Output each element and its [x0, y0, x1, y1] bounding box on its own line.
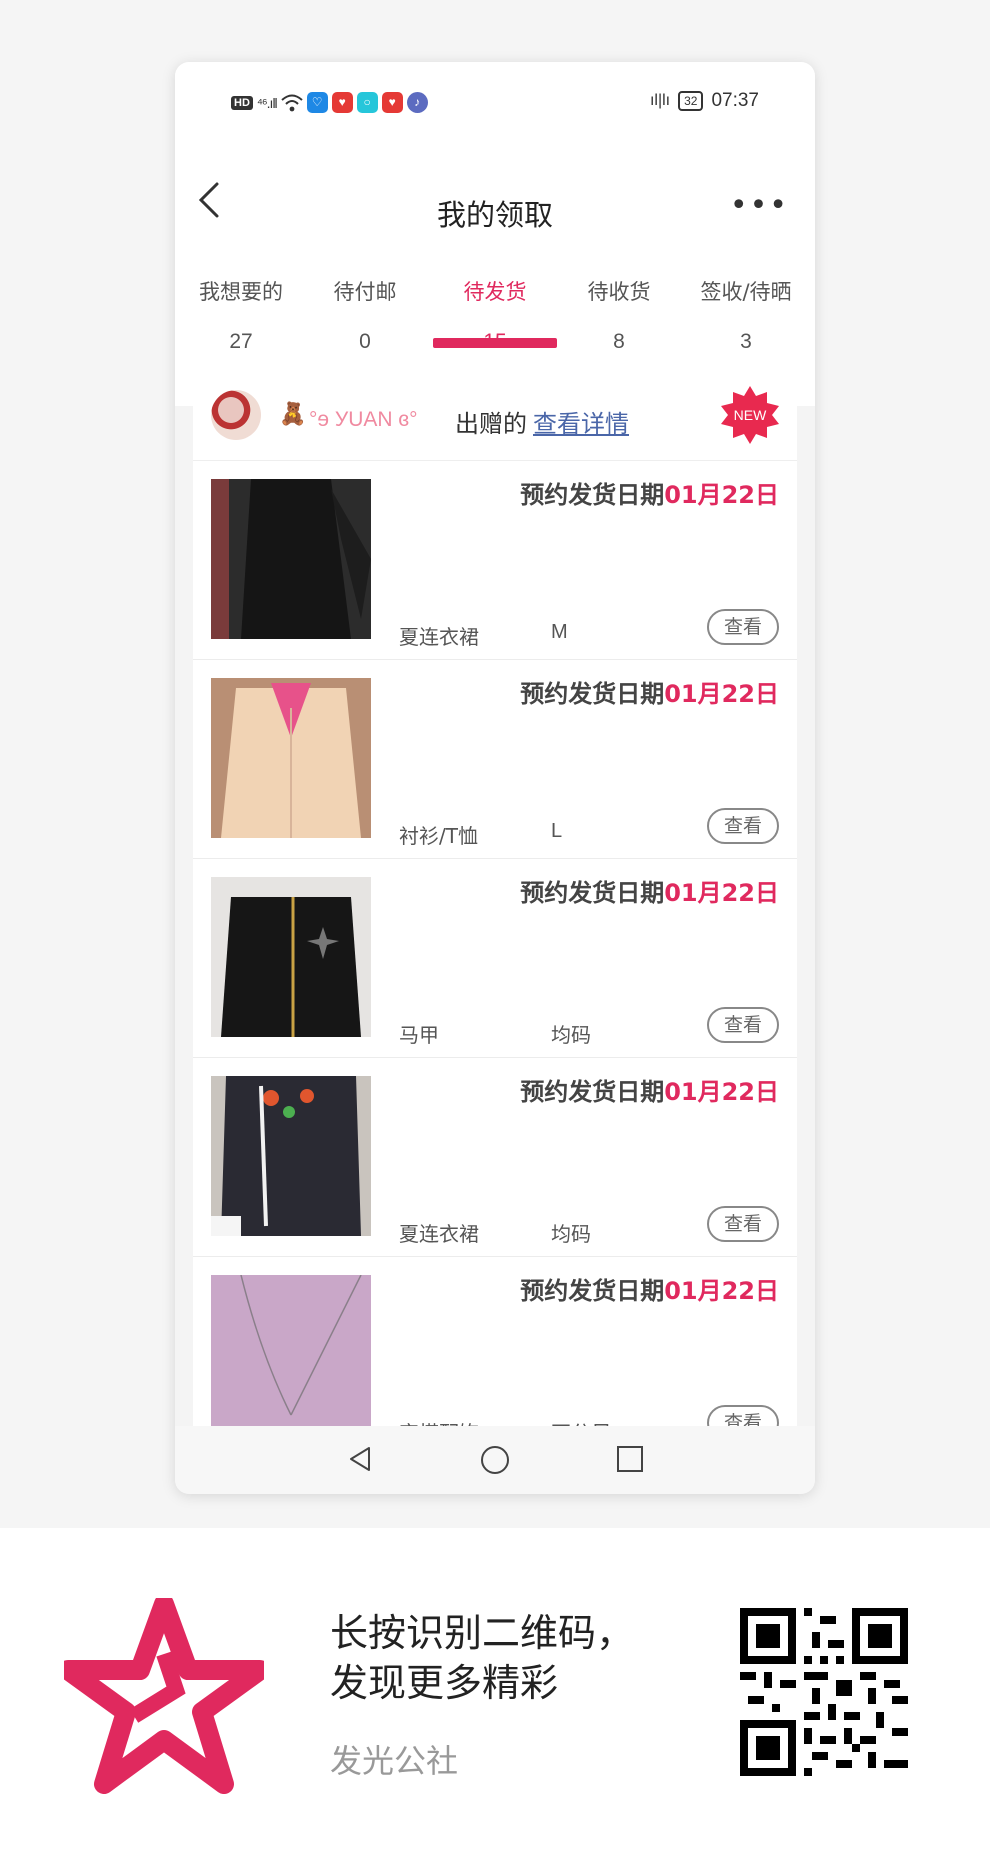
item-photo[interactable] — [211, 678, 371, 838]
view-button[interactable]: 查看 — [707, 1206, 779, 1242]
status-icons: HD ⁴⁶.ıll ♡ ♥ ○ ♥ ♪ — [231, 92, 428, 113]
app-icon-red: ♥ — [331, 92, 353, 113]
ship-date-text: 预约发货日期01月22日 — [520, 879, 779, 907]
tab-label: 待发货 — [463, 280, 527, 304]
item-photo[interactable] — [211, 479, 371, 639]
view-button[interactable]: 查看 — [707, 609, 779, 645]
vibrate-icon: ıl|lı — [649, 92, 671, 109]
ship-date-text: 预约发货日期01月22日 — [520, 1078, 779, 1106]
tab-wanted[interactable]: 我想要的 27 — [179, 276, 303, 354]
item-size: M — [551, 621, 568, 643]
phone-screenshot: HD ⁴⁶.ıll ♡ ♥ ○ ♥ ♪ ıl|lı 32 07:37 我的领取 … — [175, 62, 815, 1494]
promo-line-1: 长按识别二维码， — [330, 1611, 635, 1655]
more-options-icon[interactable]: ••• — [730, 188, 789, 223]
app-icon-cyan: ○ — [356, 92, 378, 113]
system-navigation-bar — [175, 1426, 815, 1494]
tab-count: 3 — [740, 330, 752, 353]
donor-header: 🧸 °ɘ УUAN ɞ° 出赠的 查看详情 NEW — [193, 368, 797, 461]
list-item: 预约发货日期01月22日 马甲 均码 查看 — [193, 859, 797, 1058]
item-category: 夏连衣裙 — [399, 1222, 479, 1246]
item-photo[interactable] — [211, 1076, 371, 1236]
bear-emoji-icon: 🧸 — [279, 402, 307, 427]
tab-pending-receipt[interactable]: 待收货 8 — [557, 276, 681, 354]
signal-icon: ⁴⁶.ıll — [256, 94, 278, 111]
nav-home-icon[interactable] — [479, 1444, 511, 1476]
item-category: 衬衫/T恤 — [399, 824, 478, 848]
item-size: 均码 — [551, 1025, 591, 1047]
item-category: 马甲 — [399, 1023, 439, 1047]
view-button[interactable]: 查看 — [707, 808, 779, 844]
status-bar: HD ⁴⁶.ıll ♡ ♥ ○ ♥ ♪ ıl|lı 32 07:37 — [175, 62, 815, 140]
nav-back-icon[interactable] — [345, 1444, 375, 1474]
item-category: 夏连衣裙 — [399, 625, 479, 649]
tab-pending-postage[interactable]: 待付邮 0 — [303, 276, 427, 354]
tab-label: 待付邮 — [333, 280, 397, 304]
nav-recents-icon[interactable] — [615, 1444, 645, 1474]
list-item: 预约发货日期01月22日 衬衫/T恤 L 查看 — [193, 660, 797, 859]
wifi-icon — [281, 94, 303, 111]
donor-name: °ɘ УUAN ɞ° — [309, 408, 418, 431]
promo-line-2: 发现更多精彩 — [330, 1661, 559, 1705]
view-details-link[interactable]: 查看详情 — [533, 404, 629, 439]
ship-date-text: 预约发货日期01月22日 — [520, 680, 779, 708]
item-size: L — [551, 820, 563, 842]
new-badge: NEW — [721, 386, 779, 444]
clock: 07:37 — [711, 90, 759, 111]
brand-star-logo — [64, 1598, 264, 1794]
ship-date-text: 预约发货日期01月22日 — [520, 1277, 779, 1305]
ship-date-text: 预约发货日期01月22日 — [520, 481, 779, 509]
tab-count: 8 — [613, 330, 625, 353]
promo-text: 长按识别二维码， 发现更多精彩 — [330, 1608, 634, 1708]
music-icon: ♪ — [406, 92, 428, 113]
app-icon-red-2: ♥ — [381, 92, 403, 113]
item-photo[interactable] — [211, 877, 371, 1037]
tab-label: 签收/待晒 — [700, 280, 792, 304]
item-photo[interactable] — [211, 1275, 371, 1435]
brand-name: 发光公社 — [330, 1742, 459, 1780]
tab-signed[interactable]: 签收/待晒 3 — [681, 276, 811, 354]
list-item: 预约发货日期01月22日 夏连衣裙 均码 查看 — [193, 1058, 797, 1257]
list-item: 预约发货日期01月22日 夏连衣裙 M 查看 — [193, 461, 797, 660]
gift-action-text: 出赠的 — [455, 410, 527, 438]
hd-icon: HD — [231, 95, 253, 110]
battery-icon: 32 — [678, 91, 704, 111]
claim-list: 🧸 °ɘ УUAN ɞ° 出赠的 查看详情 NEW 预约发货日期01月22日 夏… — [193, 368, 797, 1488]
view-button[interactable]: 查看 — [707, 1007, 779, 1043]
qr-code[interactable] — [740, 1608, 908, 1776]
share-footer: 长按识别二维码， 发现更多精彩 发光公社 — [0, 1528, 990, 1860]
status-right: ıl|lı 32 07:37 — [650, 90, 759, 112]
svg-text:NEW: NEW — [734, 407, 767, 423]
tab-label: 待收货 — [587, 280, 651, 304]
avatar[interactable] — [211, 390, 261, 440]
app-icon-blue: ♡ — [306, 92, 328, 113]
tab-label: 我想要的 — [199, 280, 283, 304]
tab-count: 27 — [229, 330, 253, 353]
page-title: 我的领取 — [436, 198, 553, 232]
navigation-bar: 我的领取 ••• — [175, 140, 815, 256]
item-size: 均码 — [551, 1224, 591, 1246]
tab-count: 0 — [359, 330, 371, 353]
active-tab-indicator — [433, 338, 557, 348]
